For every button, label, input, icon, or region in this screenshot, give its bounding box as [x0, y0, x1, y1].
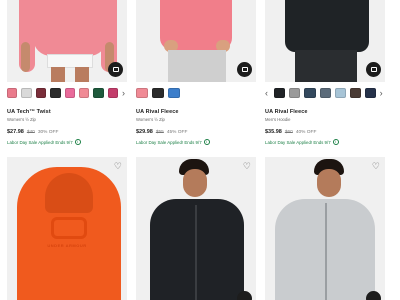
product-figure [47, 54, 93, 68]
product-figure [21, 42, 30, 72]
swatch[interactable] [78, 88, 90, 98]
product-figure [295, 50, 357, 82]
price-row: $35.98 $60 40% OFF [265, 129, 385, 135]
swatch[interactable] [168, 88, 180, 98]
chevron-right-icon[interactable]: › [380, 88, 385, 98]
original-price: $40 [26, 130, 35, 135]
discount-label: 30% OFF [37, 130, 59, 135]
heart-icon[interactable]: ♡ [372, 162, 380, 171]
info-icon[interactable]: i [203, 139, 210, 145]
shopping-bag-icon[interactable] [237, 62, 252, 77]
shopping-bag-icon[interactable] [237, 291, 252, 300]
swatch[interactable] [334, 88, 346, 98]
product-card[interactable]: › UA Tech™ Twist Women's ½ Zip $27.98 $4… [7, 0, 127, 145]
discount-label: 45% OFF [166, 130, 188, 135]
swatch[interactable] [50, 88, 61, 98]
shopping-bag-icon[interactable] [366, 62, 381, 77]
chevron-right-icon[interactable]: › [122, 88, 127, 98]
brand-logo [51, 217, 87, 239]
swatch[interactable] [107, 88, 118, 98]
product-figure [33, 0, 107, 56]
product-figure [317, 169, 341, 197]
swatch[interactable] [136, 88, 148, 98]
product-figure [325, 203, 327, 300]
heart-icon[interactable]: ♡ [243, 162, 251, 171]
product-image[interactable] [7, 0, 127, 82]
info-icon[interactable]: i [74, 139, 81, 145]
shopping-bag-icon[interactable] [108, 62, 123, 77]
shopping-bag-icon[interactable] [366, 291, 381, 300]
product-card[interactable]: ‹ › UA Rival Fleece Men's Hoodie $35.98 … [265, 0, 385, 145]
product-figure [150, 199, 244, 300]
product-image[interactable]: UNDER ARMOUR ♡ [7, 157, 127, 300]
swatch[interactable] [64, 88, 75, 98]
product-name[interactable]: UA Rival Fleece [136, 109, 256, 115]
product-subtitle: Women's ½ Zip [136, 117, 165, 122]
promo-text: Labor Day Sale Applied! Ends 9/7 [7, 139, 73, 145]
product-figure [45, 173, 93, 213]
product-subtitle: Women's ½ Zip [7, 117, 36, 122]
logo-text: UNDER ARMOUR [47, 243, 87, 248]
sale-price: $35.98 [265, 129, 282, 135]
promo-message: Labor Day Sale Applied! Ends 9/7 i [7, 139, 127, 145]
swatch[interactable] [319, 88, 331, 98]
product-figure [183, 169, 207, 197]
product-image[interactable]: ♡ [265, 157, 385, 300]
product-figure [195, 205, 197, 300]
swatch[interactable] [93, 88, 104, 98]
product-image[interactable]: ♡ [136, 157, 256, 300]
product-figure [51, 67, 65, 82]
heart-icon[interactable]: ♡ [114, 162, 122, 171]
chevron-left-icon[interactable]: ‹ [265, 88, 270, 98]
promo-message: Labor Day Sale Applied! Ends 9/7 i [136, 139, 256, 145]
product-figure [285, 0, 369, 52]
price-row: $27.98 $40 30% OFF [7, 129, 127, 135]
product-image[interactable] [265, 0, 385, 82]
info-icon[interactable]: i [332, 139, 339, 145]
original-price: $60 [284, 130, 293, 135]
sale-price: $27.98 [7, 129, 24, 135]
color-swatches: ‹ › [265, 86, 385, 100]
color-swatches: › [7, 86, 127, 100]
product-image[interactable] [136, 0, 256, 82]
promo-text: Labor Day Sale Applied! Ends 9/7 [136, 139, 202, 145]
swatch[interactable] [7, 88, 18, 98]
swatch[interactable] [364, 88, 376, 98]
product-figure [75, 67, 89, 82]
price-row: $29.98 $55 45% OFF [136, 129, 256, 135]
product-card[interactable]: UA Rival Fleece Women's ½ Zip $29.98 $55… [136, 0, 256, 145]
color-swatches [136, 86, 256, 100]
swatch[interactable] [274, 88, 286, 98]
promo-message: Labor Day Sale Applied! Ends 9/7 i [265, 139, 385, 145]
promo-text: Labor Day Sale Applied! Ends 9/7 [265, 139, 331, 145]
swatch[interactable] [304, 88, 316, 98]
sale-price: $29.98 [136, 129, 153, 135]
discount-label: 40% OFF [295, 130, 317, 135]
product-figure [168, 50, 226, 82]
product-name[interactable]: UA Rival Fleece [265, 109, 385, 115]
product-subtitle: Men's Hoodie [265, 117, 291, 122]
swatch[interactable] [152, 88, 164, 98]
original-price: $55 [155, 130, 164, 135]
swatch[interactable] [35, 88, 47, 98]
swatch[interactable] [289, 88, 301, 98]
swatch[interactable] [21, 88, 32, 98]
product-name[interactable]: UA Tech™ Twist [7, 109, 127, 115]
swatch[interactable] [349, 88, 361, 98]
